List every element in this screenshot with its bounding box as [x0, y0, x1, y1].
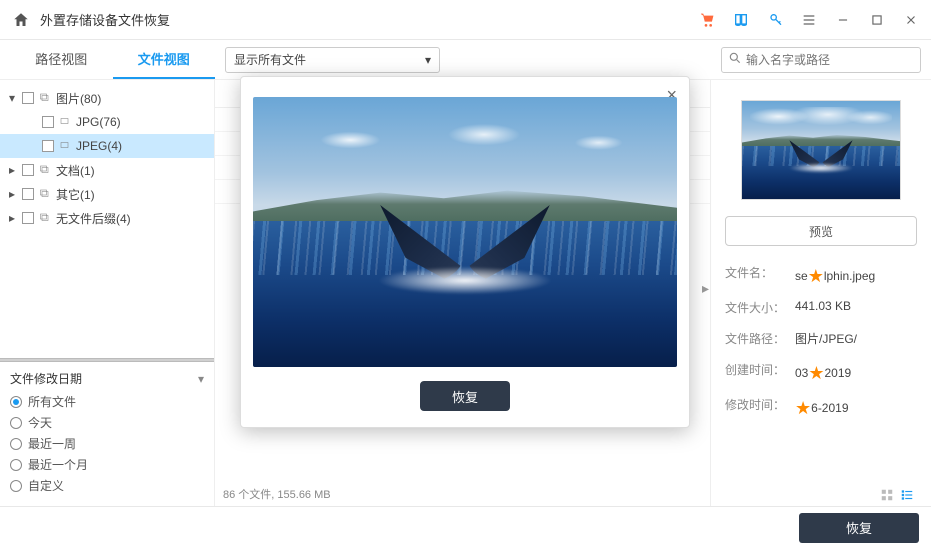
- key-icon[interactable]: [767, 12, 783, 28]
- expand-arrow-icon[interactable]: ▾: [6, 91, 18, 105]
- cart-icon[interactable]: [699, 12, 715, 28]
- checkbox[interactable]: [22, 92, 34, 104]
- star-icon: ★: [795, 398, 811, 418]
- tab-file-view[interactable]: 文件视图: [113, 40, 216, 79]
- status-text: 86 个文件, 155.66 MB: [223, 486, 331, 502]
- tree-label: JPEG(4): [76, 139, 122, 153]
- home-icon[interactable]: [12, 11, 30, 29]
- tab-path-view[interactable]: 路径视图: [10, 40, 113, 79]
- folder-tree: ▾ 图片(80) JPG(76) JPEG(4) ▸ 文档(1): [0, 80, 214, 358]
- ctime-label: 创建时间：: [725, 361, 795, 382]
- tree-item-other[interactable]: ▸ 其它(1): [0, 182, 214, 206]
- filepath-value: 图片/JPEG/: [795, 330, 917, 347]
- maximize-icon[interactable]: [869, 12, 885, 28]
- tree-item-images[interactable]: ▾ 图片(80): [0, 86, 214, 110]
- preview-dialog: × 恢复: [240, 76, 690, 428]
- recover-button[interactable]: 恢复: [420, 381, 510, 411]
- filepath-label: 文件路径：: [725, 330, 795, 347]
- search-input[interactable]: [746, 53, 914, 67]
- folder-icon: [38, 212, 52, 224]
- tree-item-noext[interactable]: ▸ 无文件后缀(4): [0, 206, 214, 230]
- folder-icon: [58, 140, 72, 152]
- chevron-down-icon[interactable]: ▾: [198, 372, 204, 386]
- chevron-down-icon: ▾: [425, 53, 431, 67]
- grid-view-icon[interactable]: [880, 488, 894, 544]
- tree-label: 文档(1): [56, 162, 95, 179]
- filter-label: 显示所有文件: [234, 51, 306, 68]
- preview-button[interactable]: 预览: [725, 216, 917, 246]
- filename-label: 文件名：: [725, 264, 795, 285]
- radio-icon: [10, 480, 22, 492]
- folder-icon: [38, 188, 52, 200]
- radio-last-month[interactable]: 最近一个月: [10, 456, 204, 473]
- menu-icon[interactable]: [801, 12, 817, 28]
- search-box[interactable]: [721, 47, 921, 73]
- radio-custom[interactable]: 自定义: [10, 477, 204, 494]
- checkbox[interactable]: [22, 212, 34, 224]
- star-icon: ★: [808, 363, 824, 383]
- tree-item-docs[interactable]: ▸ 文档(1): [0, 158, 214, 182]
- collapse-arrow-icon[interactable]: ▸: [6, 211, 18, 225]
- next-arrow-icon[interactable]: ▸: [702, 280, 709, 297]
- file-type-filter[interactable]: 显示所有文件 ▾: [225, 47, 440, 73]
- tree-label: 无文件后缀(4): [56, 210, 131, 227]
- window-title: 外置存储设备文件恢复: [40, 10, 699, 29]
- tree-item-jpg[interactable]: JPG(76): [0, 110, 214, 134]
- tree-label: 图片(80): [56, 90, 101, 107]
- folder-icon: [38, 164, 52, 176]
- radio-all-files[interactable]: 所有文件: [10, 393, 204, 410]
- filesize-label: 文件大小：: [725, 299, 795, 316]
- radio-icon: [10, 438, 22, 450]
- tree-label: 其它(1): [56, 186, 95, 203]
- checkbox[interactable]: [42, 140, 54, 152]
- radio-last-week[interactable]: 最近一周: [10, 435, 204, 452]
- filesize-value: 441.03 KB: [795, 299, 917, 316]
- mtime-value: ★6-2019: [795, 396, 917, 417]
- checkbox[interactable]: [42, 116, 54, 128]
- file-thumbnail: [741, 100, 901, 200]
- radio-icon: [10, 396, 22, 408]
- collapse-arrow-icon[interactable]: ▸: [6, 187, 18, 201]
- radio-icon: [10, 417, 22, 429]
- filename-value: se★lphin.jpeg: [795, 264, 917, 285]
- preview-image: [253, 97, 677, 367]
- tree-item-jpeg[interactable]: JPEG(4): [0, 134, 214, 158]
- star-icon: ★: [808, 266, 824, 286]
- folder-icon: [58, 116, 72, 128]
- checkbox[interactable]: [22, 188, 34, 200]
- ctime-value: 03★2019: [795, 361, 917, 382]
- tree-label: JPG(76): [76, 115, 121, 129]
- search-icon: [728, 51, 742, 68]
- minimize-icon[interactable]: [835, 12, 851, 28]
- folder-icon: [38, 92, 52, 104]
- mtime-label: 修改时间：: [725, 396, 795, 417]
- book-icon[interactable]: [733, 12, 749, 28]
- list-view-icon[interactable]: [900, 488, 914, 544]
- close-icon[interactable]: [903, 12, 919, 28]
- collapse-arrow-icon[interactable]: ▸: [6, 163, 18, 177]
- radio-today[interactable]: 今天: [10, 414, 204, 431]
- radio-icon: [10, 459, 22, 471]
- date-filter-title: 文件修改日期: [10, 370, 82, 387]
- checkbox[interactable]: [22, 164, 34, 176]
